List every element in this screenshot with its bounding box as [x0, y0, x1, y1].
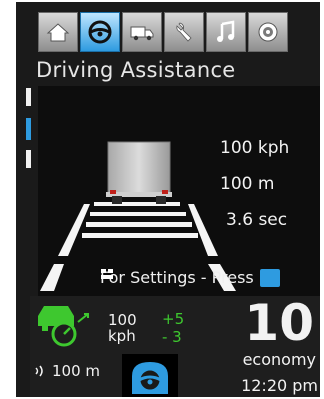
drive-mode: economy: [242, 350, 316, 369]
tab-bar: [38, 12, 322, 52]
status-panel: 100 kph +5 - 3 10 economy 12:20 pm 100 m: [30, 294, 320, 397]
tab-home[interactable]: [38, 12, 78, 52]
tab-truck[interactable]: [122, 12, 162, 52]
tab-tools[interactable]: [164, 12, 204, 52]
lane-keep-assist-indicator: [122, 354, 178, 397]
road-illustration: [40, 141, 236, 291]
time-gap: 3.6 sec: [226, 210, 288, 230]
set-speed: 100 kph: [108, 312, 137, 344]
page-indicator-2-active: [26, 118, 31, 140]
vehicle-speed: 100 kph: [220, 138, 290, 158]
music-note-icon: [217, 20, 235, 42]
following-distance: 100 m: [220, 174, 275, 194]
following-distance-scene: 100 kph 100 m 3.6 sec For Settings - Pre…: [38, 86, 320, 298]
lead-vehicle-truck: [106, 141, 172, 204]
page-indicator-3: [26, 150, 31, 168]
settings-gear-icon: [258, 22, 278, 42]
sensor-distance: 100 m: [52, 362, 101, 380]
lane-line-left: [58, 204, 90, 256]
economy-score: 10: [244, 294, 314, 352]
set-speed-unit: kph: [108, 327, 136, 345]
home-icon: [46, 23, 70, 42]
tab-music[interactable]: [206, 12, 246, 52]
truck-icon: [130, 26, 154, 41]
clock: 12:20 pm: [241, 376, 318, 395]
settings-hint: For Settings - Press: [100, 268, 280, 287]
wrench-icon: [176, 22, 192, 42]
steering-wheel-icon: [88, 20, 112, 44]
tab-driving-assistance[interactable]: [80, 12, 120, 52]
settings-hint-text: For Settings - Press: [100, 268, 254, 287]
settings-button-icon[interactable]: [101, 268, 280, 287]
sensor-waves-icon: [35, 365, 43, 377]
tab-settings[interactable]: [248, 12, 288, 52]
page-indicator-1: [26, 88, 31, 106]
page-title: Driving Assistance: [36, 58, 236, 82]
proximity-sensor: 100 m: [34, 362, 100, 380]
adaptive-cruise-icon: [38, 306, 89, 347]
lane-keep-assist-icon: [132, 362, 168, 394]
set-speed-value: 100: [108, 311, 137, 329]
speed-delta-up: +5: [162, 310, 185, 328]
speed-delta-down: - 3: [162, 328, 182, 346]
menu-square-icon: [101, 269, 113, 279]
lane-line-right: [188, 204, 218, 256]
